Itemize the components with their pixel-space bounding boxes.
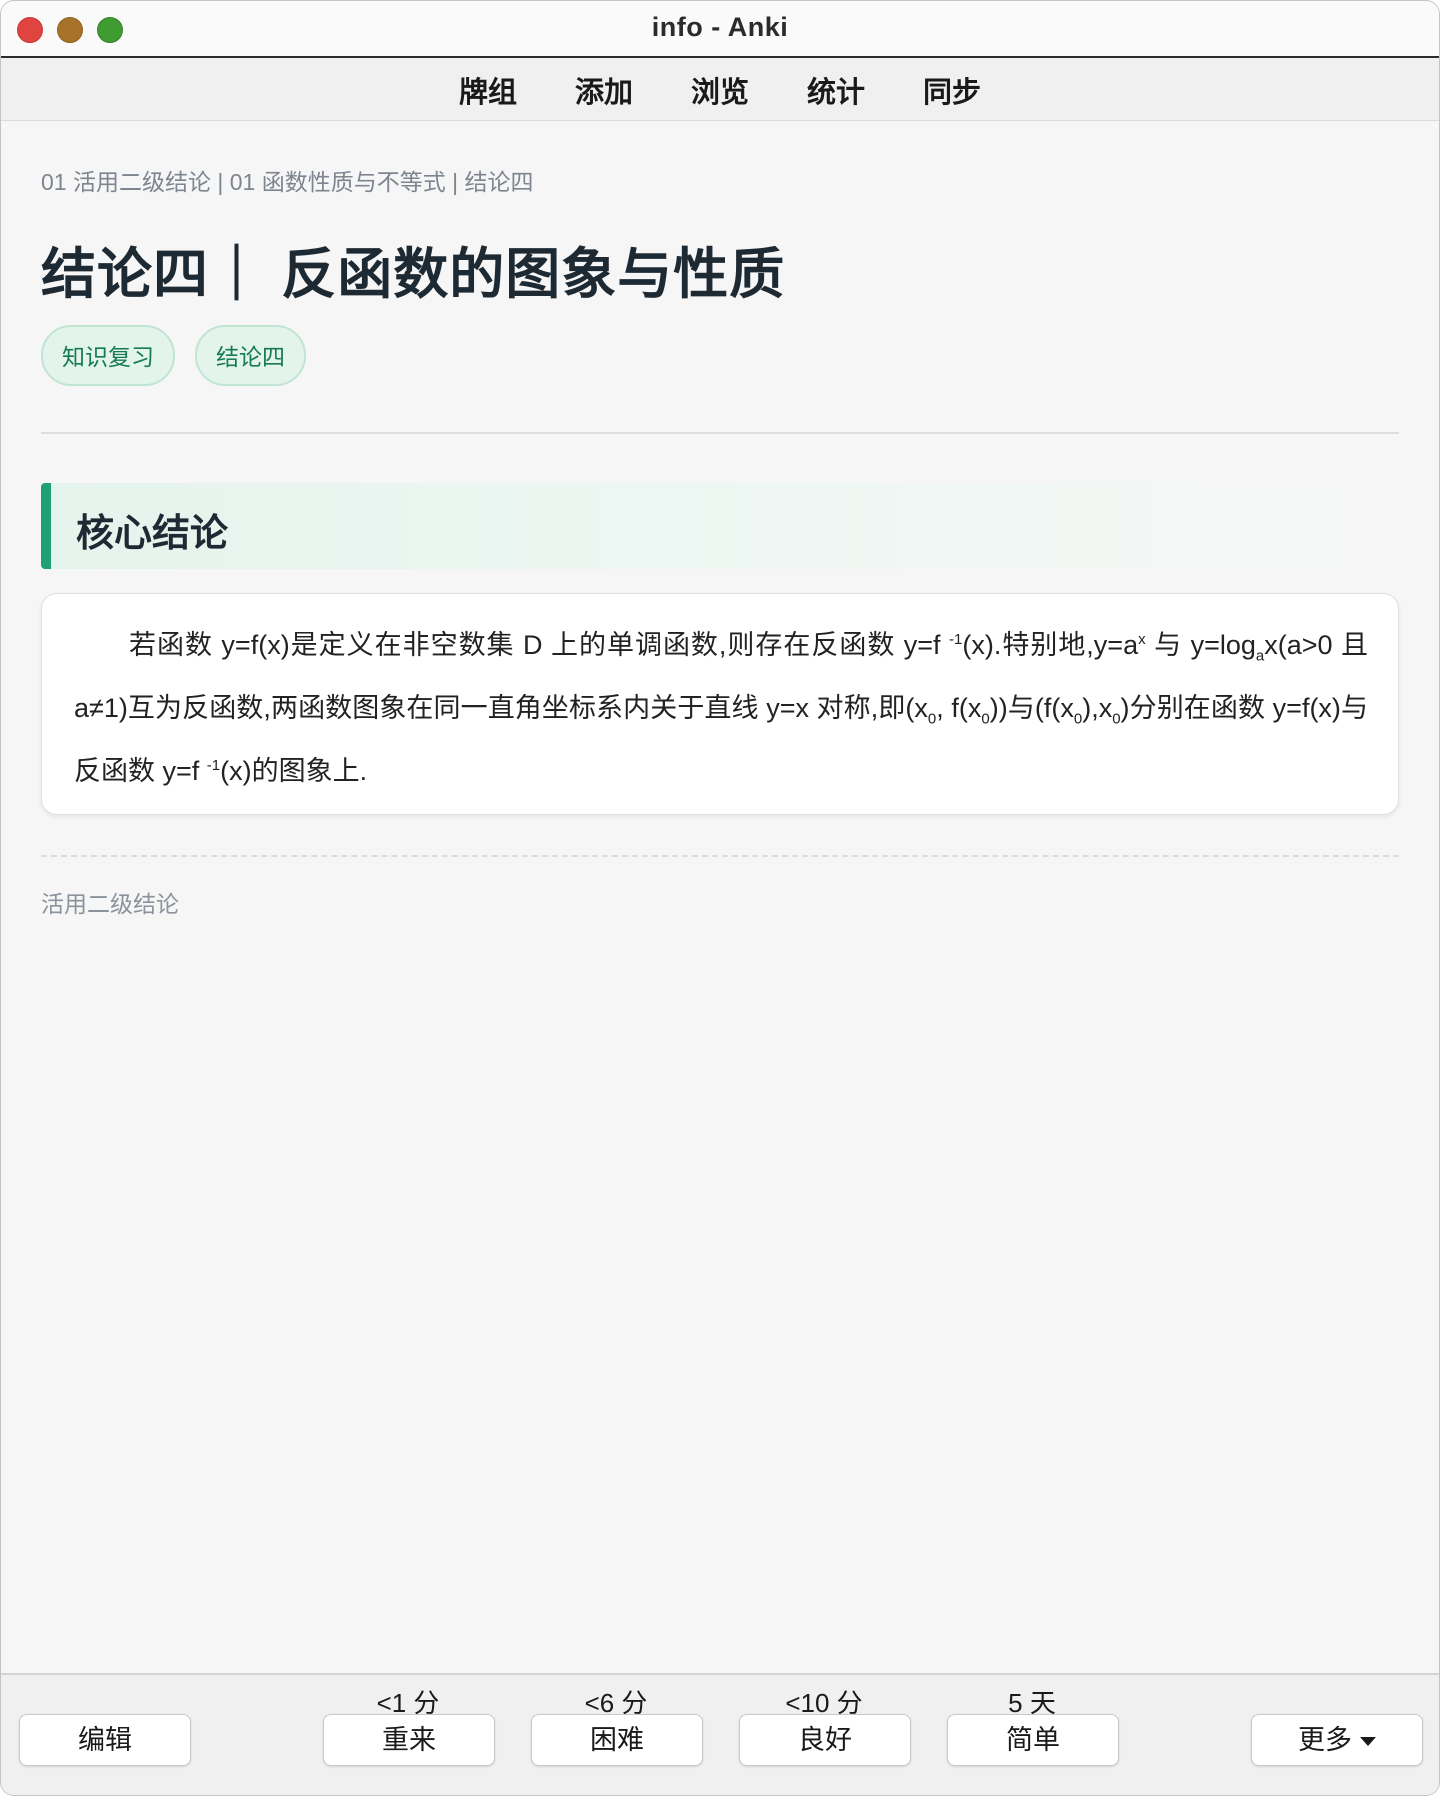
toolbar-sync[interactable]: 同步 bbox=[894, 58, 1010, 120]
again-button[interactable]: 重来 bbox=[323, 1714, 495, 1766]
footer-note: 活用二级结论 bbox=[41, 891, 179, 917]
edit-button[interactable]: 编辑 bbox=[19, 1714, 191, 1766]
good-button[interactable]: 良好 bbox=[739, 1714, 911, 1766]
breadcrumb: 01 活用二级结论 | 01 函数性质与不等式 | 结论四 bbox=[41, 169, 534, 195]
more-button[interactable]: 更多 bbox=[1251, 1714, 1423, 1766]
more-button-label: 更多 bbox=[1298, 1725, 1352, 1755]
conclusion-box: 若函数 y=f(x)是定义在非空数集 D 上的单调函数,则存在反函数 y=f -… bbox=[41, 593, 1399, 815]
main-toolbar: 牌组 添加 浏览 统计 同步 bbox=[1, 58, 1439, 121]
chevron-down-icon bbox=[1360, 1737, 1376, 1747]
conclusion-text: 若函数 y=f(x)是定义在非空数集 D 上的单调函数,则存在反函数 y=f -… bbox=[74, 630, 1369, 786]
section-heading: 核心结论 bbox=[41, 483, 1399, 569]
answer-bar: 编辑 <1 分 重来 <6 分 困难 <10 分 良好 5 天 简单 更多 bbox=[1, 1673, 1439, 1795]
divider bbox=[41, 432, 1399, 434]
window-title: info - Anki bbox=[651, 12, 789, 42]
tag-list: 知识复习 结论四 bbox=[41, 325, 306, 386]
toolbar-add[interactable]: 添加 bbox=[546, 58, 662, 120]
tag: 知识复习 bbox=[41, 325, 175, 386]
toolbar-decks[interactable]: 牌组 bbox=[430, 58, 546, 120]
dashed-divider bbox=[41, 855, 1399, 857]
card-title: 结论四｜ 反函数的图象与性质 bbox=[41, 243, 786, 305]
toolbar-stats[interactable]: 统计 bbox=[778, 58, 894, 120]
title-bar: info - Anki bbox=[1, 1, 1439, 58]
easy-button[interactable]: 简单 bbox=[947, 1714, 1119, 1766]
hard-button[interactable]: 困难 bbox=[531, 1714, 703, 1766]
toolbar-browse[interactable]: 浏览 bbox=[662, 58, 778, 120]
anki-window: info - Anki 牌组 添加 浏览 统计 同步 01 活用二级结论 | 0… bbox=[0, 0, 1440, 1796]
section-heading-text: 核心结论 bbox=[76, 513, 229, 555]
tag: 结论四 bbox=[195, 325, 306, 386]
